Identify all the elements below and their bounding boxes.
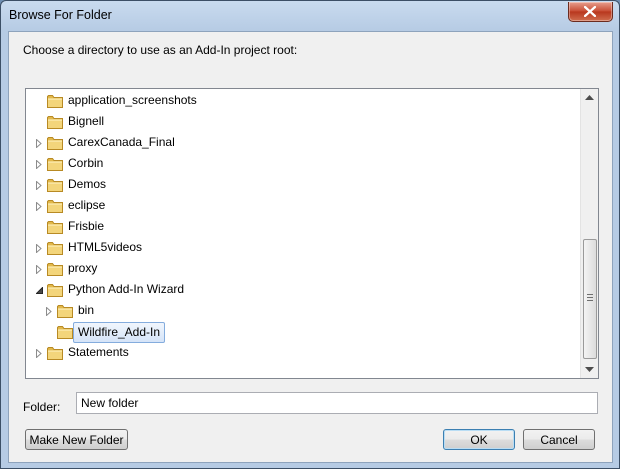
tree-item-label: Bignell [68, 114, 105, 128]
tree-item-label: application_screenshots [68, 93, 197, 107]
tree-item[interactable]: CarexCanada_Final [36, 133, 566, 154]
thumb-grip-line [587, 294, 593, 295]
tree-item-label: Statements [68, 345, 129, 359]
scrollbar-thumb[interactable] [583, 239, 597, 359]
tree-item-label: Wildfire_Add-In [73, 322, 166, 343]
tree-item-label: bin [78, 303, 95, 317]
chevron-right-icon[interactable] [36, 343, 45, 364]
folder-icon [47, 283, 63, 297]
close-icon [584, 6, 596, 17]
tree-item-label: Demos [68, 177, 107, 191]
folder-icon [47, 262, 63, 276]
tree-item[interactable]: HTML5videos [36, 238, 566, 259]
tree-item-label: proxy [68, 261, 98, 275]
close-button[interactable] [568, 2, 613, 22]
chevron-right-icon[interactable] [36, 133, 45, 154]
tree-item[interactable]: Corbin [36, 154, 566, 175]
dialog-body: Choose a directory to use as an Add-In p… [8, 31, 613, 463]
folder-icon [47, 199, 63, 213]
tree-item[interactable]: Python Add-In Wizard [36, 280, 566, 301]
chevron-down-icon[interactable] [36, 280, 45, 301]
chevron-right-icon[interactable] [36, 175, 45, 196]
chevron-right-icon[interactable] [46, 301, 55, 322]
tree-item[interactable]: bin [46, 301, 566, 322]
chevron-right-icon[interactable] [36, 259, 45, 280]
folder-label: Folder: [23, 400, 61, 414]
tree-item-label: HTML5videos [68, 240, 143, 254]
folder-icon [47, 115, 63, 129]
thumb-grip-line [587, 300, 593, 301]
tree-item[interactable]: Statements [36, 343, 566, 364]
vertical-scrollbar[interactable] [580, 89, 598, 378]
arrow-down-icon [585, 367, 594, 372]
folder-tree[interactable]: application_screenshots Bignell CarexCanad… [25, 88, 599, 379]
chevron-right-icon[interactable] [36, 196, 45, 217]
browse-for-folder-dialog: Browse For Folder Choose a directory to … [0, 0, 620, 469]
tree-item[interactable]: eclipse [36, 196, 566, 217]
folder-name-input[interactable] [76, 392, 598, 414]
scroll-down-button[interactable] [581, 361, 598, 378]
window-title: Browse For Folder [9, 8, 112, 22]
tree-item-label: CarexCanada_Final [68, 135, 175, 149]
tree-item[interactable]: Demos [36, 175, 566, 196]
folder-icon [47, 346, 63, 360]
tree-item-label: Python Add-In Wizard [68, 282, 185, 296]
folder-icon [57, 325, 73, 339]
make-new-folder-button[interactable]: Make New Folder [25, 429, 128, 450]
tree-item[interactable]: Wildfire_Add-In [46, 322, 566, 343]
tree-item[interactable]: Bignell [36, 112, 566, 133]
folder-icon [57, 304, 73, 318]
folder-icon [47, 241, 63, 255]
folder-icon [47, 136, 63, 150]
tree-item[interactable]: application_screenshots [36, 91, 566, 112]
folder-icon [47, 178, 63, 192]
tree-item-label: eclipse [68, 198, 106, 212]
folder-icon [47, 157, 63, 171]
tree-item-label: Corbin [68, 156, 104, 170]
instruction-text: Choose a directory to use as an Add-In p… [23, 43, 298, 57]
ok-button[interactable]: OK [443, 429, 515, 450]
thumb-grip-line [587, 297, 593, 298]
arrow-up-icon [585, 95, 594, 100]
folder-icon [47, 94, 63, 108]
folder-icon [47, 220, 63, 234]
tree-item[interactable]: Frisbie [36, 217, 566, 238]
tree-item[interactable]: proxy [36, 259, 566, 280]
title-bar[interactable]: Browse For Folder [1, 1, 619, 31]
tree-item-label: Frisbie [68, 219, 105, 233]
cancel-button[interactable]: Cancel [523, 429, 595, 450]
scroll-up-button[interactable] [581, 89, 598, 106]
chevron-right-icon[interactable] [36, 154, 45, 175]
chevron-right-icon[interactable] [36, 238, 45, 259]
